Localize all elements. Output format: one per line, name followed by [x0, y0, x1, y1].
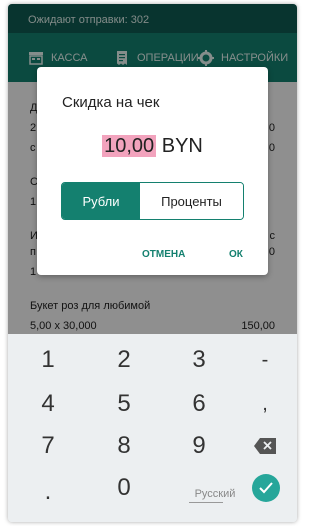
discount-amount-field[interactable]: 10,00 BYN — [37, 135, 268, 158]
key-3[interactable]: 3 — [169, 340, 229, 380]
key-5[interactable]: 5 — [94, 384, 154, 424]
key-7[interactable]: 7 — [18, 426, 78, 466]
key-minus[interactable]: - — [235, 340, 295, 380]
key-6[interactable]: 6 — [169, 384, 229, 424]
backspace-icon — [254, 438, 276, 454]
discount-amount-value[interactable]: 10,00 — [102, 135, 157, 157]
space-bar-indicator — [189, 502, 223, 503]
key-1[interactable]: 1 — [18, 340, 78, 380]
key-0[interactable]: 0 — [94, 468, 154, 508]
key-2[interactable]: 2 — [94, 340, 154, 380]
key-8[interactable]: 8 — [94, 426, 154, 466]
ok-button[interactable]: ОК — [229, 249, 243, 260]
dialog-title: Скидка на чек — [62, 94, 160, 111]
key-4[interactable]: 4 — [18, 384, 78, 424]
option-percent[interactable]: Проценты — [140, 183, 243, 219]
numeric-keyboard: 1 2 3 - 4 5 6 , 7 8 9 . 0 Русский — [8, 334, 297, 522]
discount-dialog: Скидка на чек 10,00 BYN Рубли Проценты О… — [37, 67, 268, 275]
language-switch[interactable]: Русский — [193, 488, 237, 500]
checkmark-icon — [259, 482, 273, 494]
enter-key[interactable] — [252, 474, 280, 502]
discount-currency: BYN — [161, 135, 203, 157]
key-9[interactable]: 9 — [169, 426, 229, 466]
option-rubles[interactable]: Рубли — [62, 183, 140, 219]
key-dot[interactable]: . — [18, 472, 78, 512]
backspace-key[interactable] — [235, 426, 295, 466]
cancel-button[interactable]: ОТМЕНА — [142, 249, 185, 260]
key-comma[interactable]: , — [235, 384, 295, 424]
discount-type-toggle: Рубли Проценты — [61, 182, 244, 220]
phone-screen: Ожидают отправки: 302 КАССА ОПЕРАЦИИ НАС… — [8, 4, 297, 522]
